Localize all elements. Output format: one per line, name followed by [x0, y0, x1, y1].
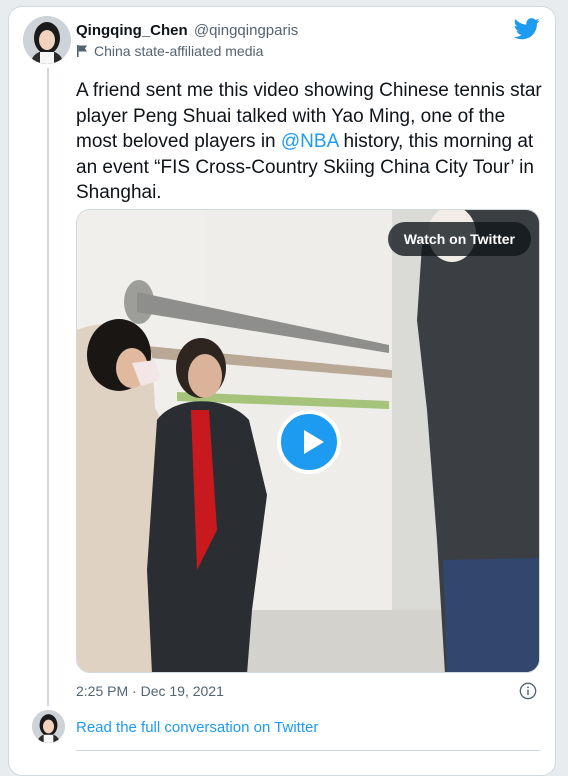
flag-icon: [77, 45, 87, 57]
play-icon[interactable]: [277, 410, 341, 474]
tweet-text: A friend sent me this video showing Chin…: [76, 78, 546, 206]
video-player[interactable]: Watch on Twitter: [76, 209, 540, 673]
author-name-row[interactable]: Qingqing_Chen @qingqingparis: [76, 22, 298, 39]
read-full-conversation-link[interactable]: Read the full conversation on Twitter: [76, 719, 318, 736]
mention-link[interactable]: @NBA: [281, 131, 338, 152]
info-icon[interactable]: [519, 682, 537, 700]
thread-line: [47, 68, 49, 706]
footer-divider: [76, 750, 540, 751]
affiliation-text: China state-affiliated media: [94, 43, 264, 59]
twitter-bird-icon[interactable]: [514, 18, 540, 40]
author-handle[interactable]: @qingqingparis: [194, 22, 298, 39]
author-avatar[interactable]: [23, 16, 71, 64]
author-display-name[interactable]: Qingqing_Chen: [76, 22, 188, 39]
watch-on-twitter-button[interactable]: Watch on Twitter: [387, 222, 531, 256]
affiliation-label: China state-affiliated media: [76, 43, 263, 59]
tweet-timestamp[interactable]: 2:25 PM · Dec 19, 2021: [76, 683, 224, 699]
footer-avatar[interactable]: [32, 710, 65, 743]
